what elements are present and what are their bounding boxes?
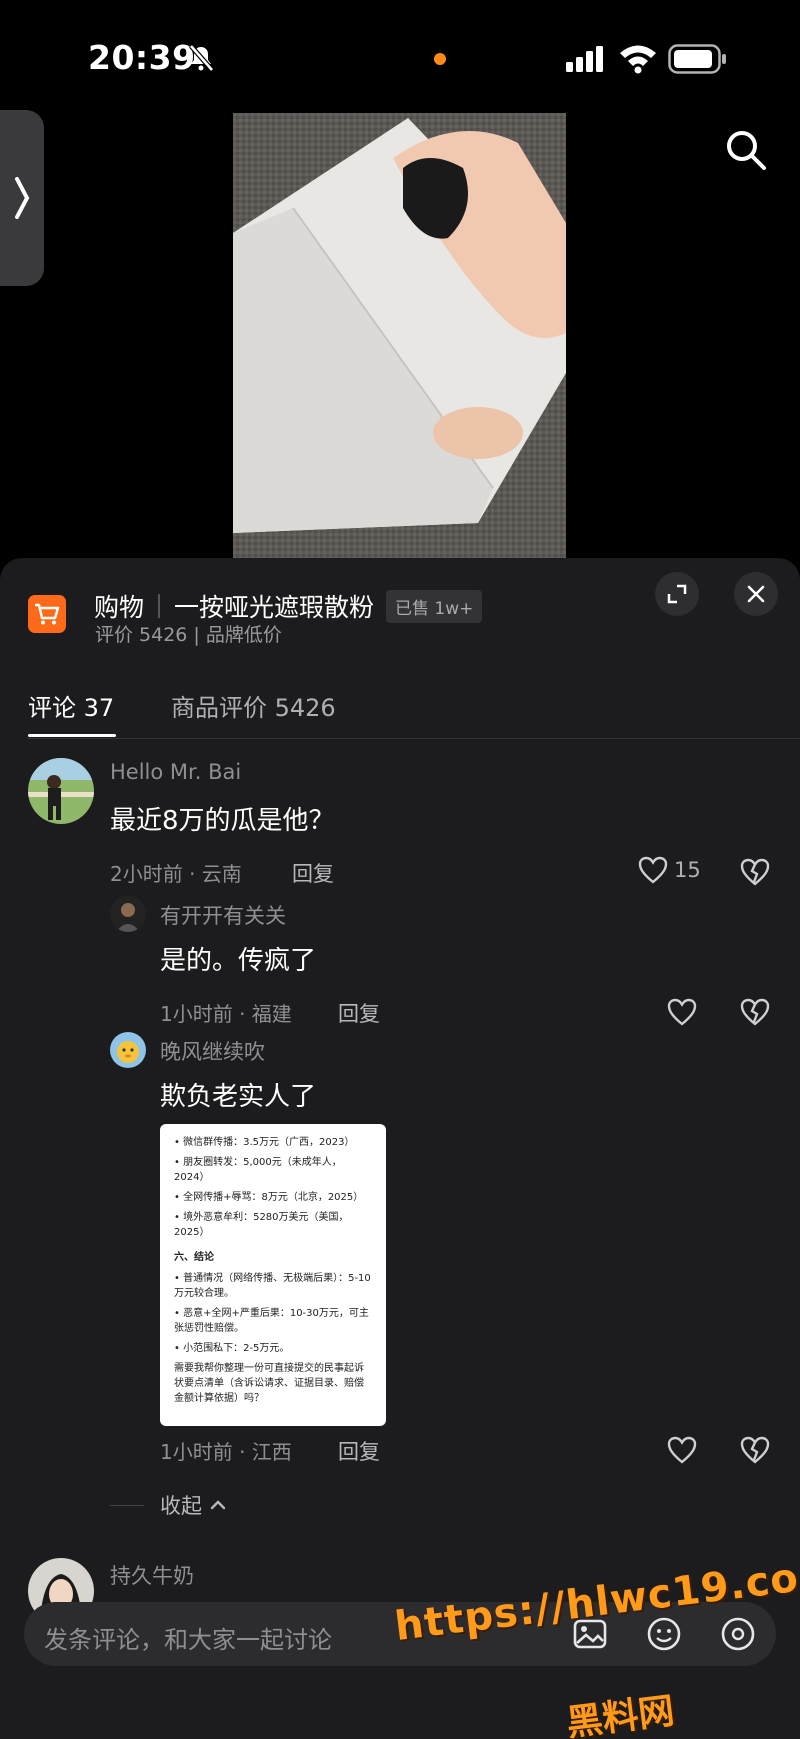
tab-comments[interactable]: 评论 37 — [28, 688, 114, 723]
sold-badge: 已售 1w+ — [386, 589, 483, 623]
video-frame-image — [233, 113, 566, 558]
comment-image[interactable]: • 微信群传播：3.5万元（广西，2023） • 朋友圈转发：5,000元（未成… — [160, 1124, 386, 1426]
image-text-line: • 普通情况（网络传播、无极端后果）：5-10万元较合理。 — [174, 1273, 371, 1299]
active-tab-indicator — [28, 734, 116, 737]
heart-icon[interactable] — [667, 998, 697, 1026]
comment-text: 欺负老实人了 — [160, 1082, 317, 1112]
broken-heart-icon[interactable] — [740, 1436, 770, 1464]
comment-sheet: 购物 一按哑光遮瑕散粉 已售 1w+ 评价 5426 | 品牌低价 评论 37 … — [0, 558, 800, 1739]
image-text-heading: 六、结论 — [174, 1252, 214, 1263]
reply-button[interactable]: 回复 — [338, 1436, 380, 1466]
expand-button[interactable] — [655, 572, 699, 616]
divider — [110, 1504, 144, 1506]
wifi-icon — [620, 45, 656, 74]
chevron-up-icon — [210, 1500, 226, 1510]
video-player[interactable] — [233, 113, 566, 558]
shop-category: 购物 — [94, 593, 145, 622]
tab-product-reviews[interactable]: 商品评价 5426 — [171, 688, 336, 723]
shopping-cart-icon[interactable] — [28, 595, 66, 633]
product-subtitle: 评价 5426 | 品牌低价 — [95, 624, 282, 646]
image-text-line: • 小范围私下：2-5万元。 — [174, 1343, 290, 1354]
bell-muted-icon — [189, 44, 214, 72]
broken-heart-icon[interactable] — [740, 858, 770, 886]
close-button[interactable] — [734, 572, 778, 616]
image-text-line: • 微信群传播：3.5万元（广西，2023） — [174, 1137, 355, 1148]
chevron-right-icon — [15, 177, 30, 219]
comment-text: 最近8万的瓜是他？ — [110, 806, 335, 836]
avatar[interactable] — [110, 896, 146, 932]
status-time: 20:39 — [88, 38, 196, 77]
side-panel-handle[interactable] — [0, 110, 44, 286]
battery-icon — [668, 44, 726, 74]
product-name: 一按哑光遮瑕散粉 — [174, 593, 375, 622]
collapse-replies-button[interactable]: 收起 — [110, 1490, 228, 1520]
comment-meta: 1小时前 · 福建 — [160, 1002, 292, 1026]
image-text-line: • 境外恶意牟利：5280万美元（美国，2025） — [174, 1212, 349, 1238]
close-icon — [747, 585, 765, 603]
watermark: https://hlwc19.com 黑料网 — [392, 1550, 800, 1739]
comment-meta: 2小时前 · 云南 — [110, 862, 242, 886]
comment-username[interactable]: 晚风继续吹 — [160, 1036, 265, 1066]
reply-button[interactable]: 回复 — [292, 858, 334, 888]
like-count: 15 — [674, 858, 701, 882]
comment-username[interactable]: 有开开有关关 — [160, 900, 286, 930]
image-text-line: • 恶意+全网+严重后果：10-30万元，可主张惩罚性赔偿。 — [174, 1308, 369, 1334]
expand-icon — [667, 584, 687, 604]
avatar[interactable] — [110, 1032, 146, 1068]
comment-meta: 1小时前 · 江西 — [160, 1440, 292, 1464]
comment-username[interactable]: Hello Mr. Bai — [110, 760, 241, 784]
broken-heart-icon[interactable] — [740, 998, 770, 1026]
heart-icon[interactable] — [667, 1436, 697, 1464]
divider — [28, 738, 800, 739]
reply-button[interactable]: 回复 — [338, 998, 380, 1028]
comment-username[interactable]: 持久牛奶 — [110, 1560, 194, 1590]
input-placeholder: 发条评论，和大家一起讨论 — [44, 1626, 332, 1654]
status-bar: 20:39 — [0, 0, 800, 110]
like-button[interactable]: 15 — [638, 856, 701, 884]
image-text-line: • 朋友圈转发：5,000元（未成年人，2024） — [174, 1157, 342, 1183]
heart-icon — [638, 856, 668, 884]
collapse-label: 收起 — [160, 1494, 202, 1518]
signal-icon — [566, 46, 603, 72]
image-text-footer: 需要我帮你整理一份可直接提交的民事起诉状要点清单（含诉讼请求、证据目录、赔偿金额… — [174, 1363, 364, 1404]
divider — [158, 594, 161, 618]
recording-dot-icon — [434, 53, 446, 65]
comment-text: 是的。传疯了 — [160, 946, 317, 976]
search-icon[interactable] — [724, 128, 768, 172]
image-text-line: • 全网传播+辱骂：8万元（北京，2025） — [174, 1192, 364, 1203]
avatar[interactable] — [28, 758, 94, 824]
watermark-name: 黑料网 — [564, 1690, 677, 1739]
